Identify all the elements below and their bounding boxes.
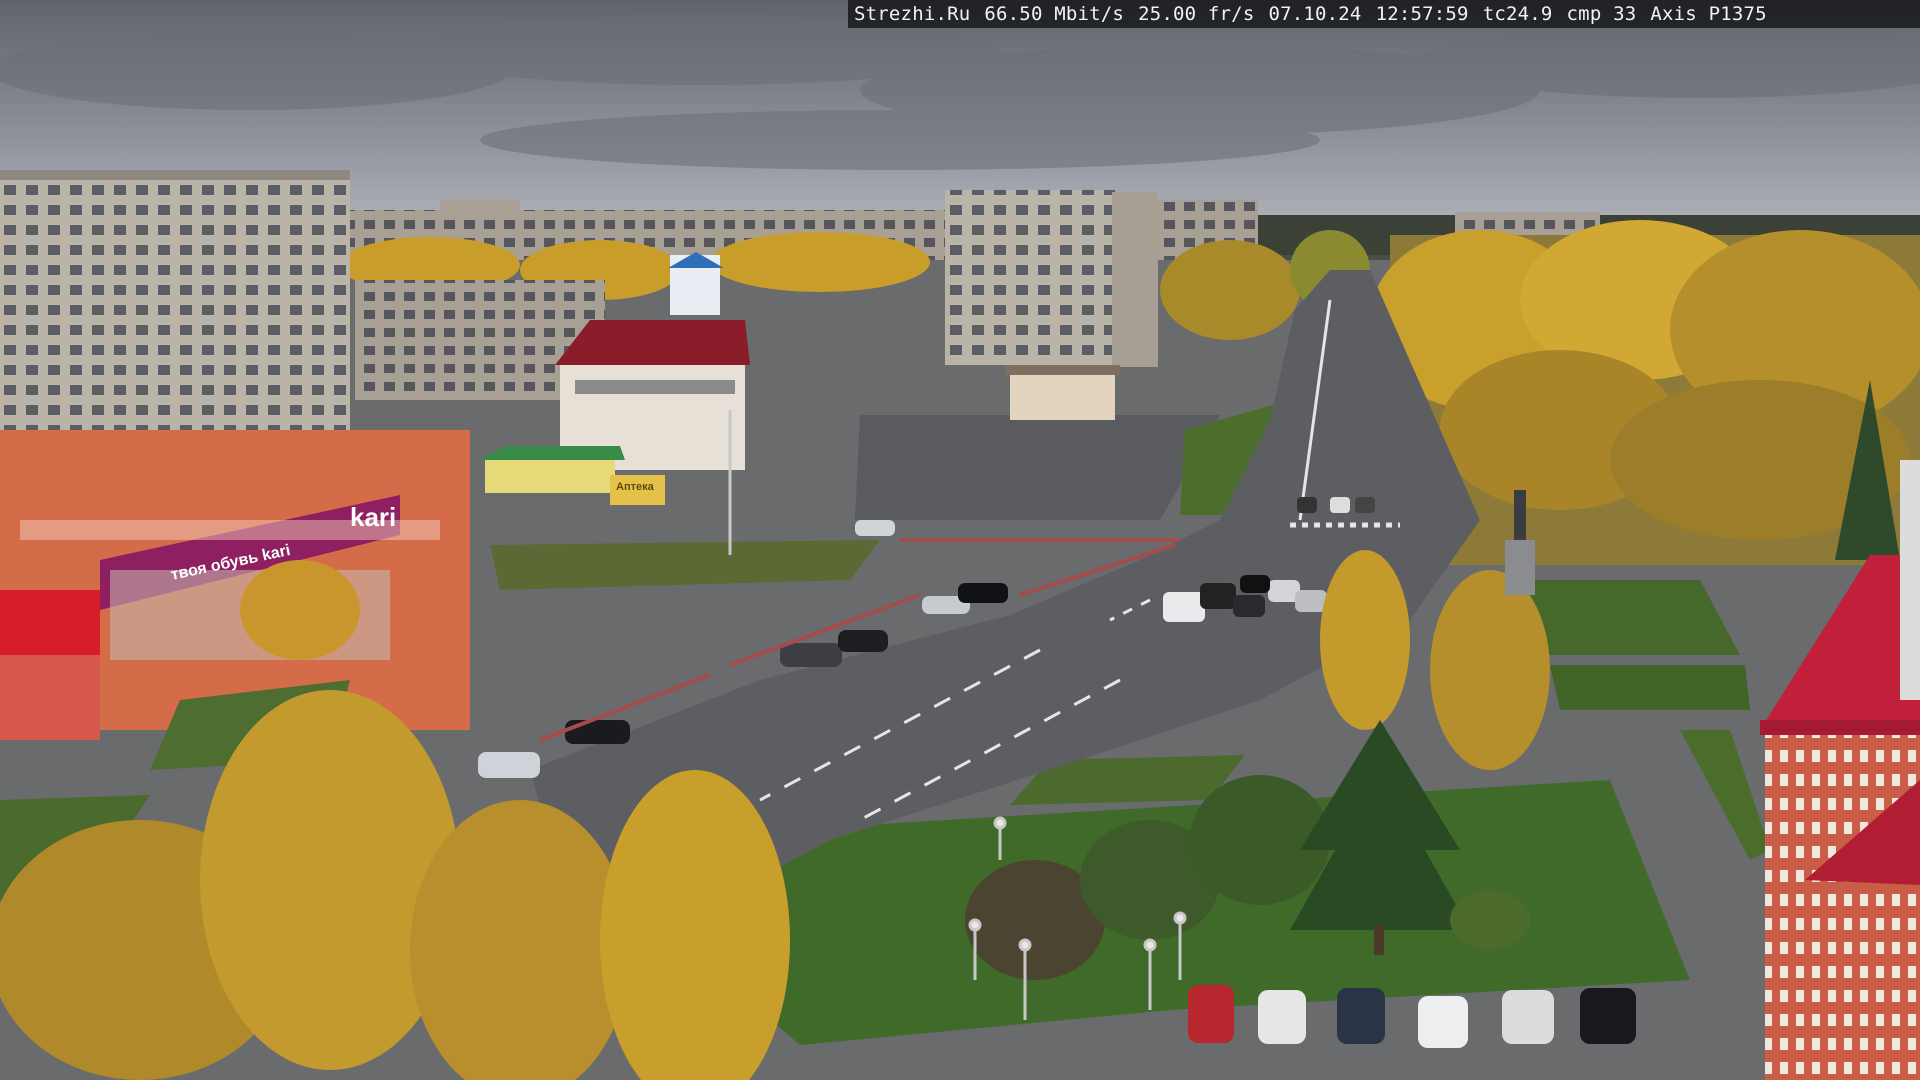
osd-cmp: cmp 33 xyxy=(1566,3,1637,25)
central-plaza xyxy=(855,415,1220,520)
osd-framerate: 25.00 fr/s xyxy=(1138,3,1255,25)
kari-store xyxy=(0,430,470,740)
street-scene: kari твоя обувь kari Аптека xyxy=(0,0,1920,1080)
pharmacy-sign: Аптека xyxy=(616,481,655,493)
osd-time: 12:57:59 xyxy=(1375,3,1469,25)
osd-date: 07.10.24 xyxy=(1268,3,1362,25)
osd-camera-model: Axis P1375 xyxy=(1650,3,1767,25)
osd-site: Strezhi.Ru xyxy=(854,3,971,25)
osd-bitrate: 66.50 Mbit/s xyxy=(984,3,1125,25)
osd-tc: tc24.9 xyxy=(1482,3,1553,25)
store-brand-sign: kari xyxy=(350,502,396,532)
camera-info-overlay: Strezhi.Ru 66.50 Mbit/s 25.00 fr/s 07.10.24… xyxy=(848,0,1920,28)
